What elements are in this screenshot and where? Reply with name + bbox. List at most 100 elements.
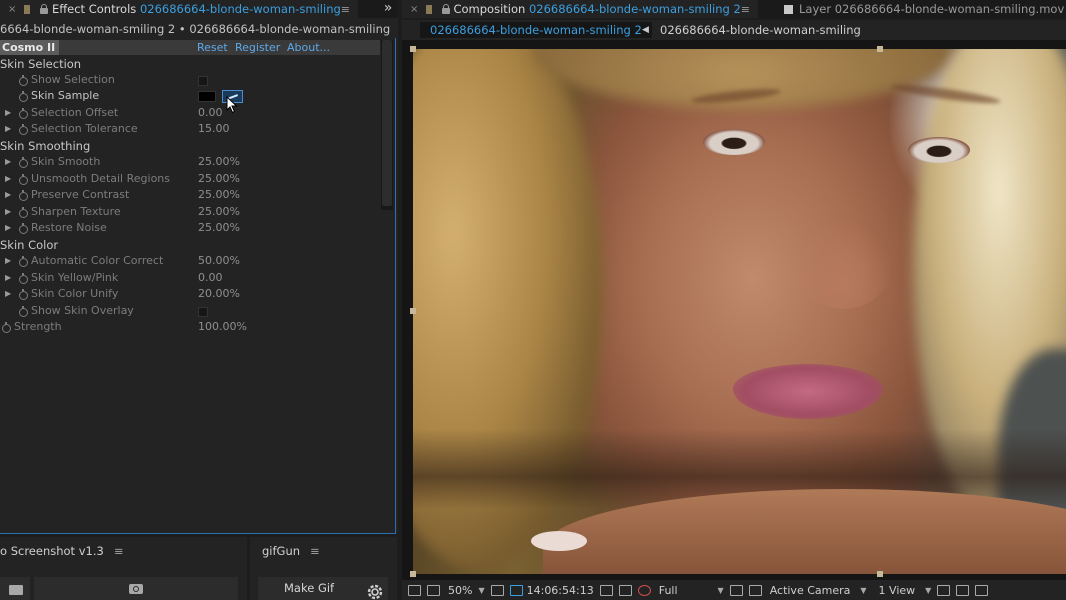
prop-label: Show Selection	[31, 73, 115, 86]
disclosure-triangle-icon[interactable]: ▶	[5, 171, 11, 187]
chevron-down-icon[interactable]: ▼	[478, 586, 484, 595]
transparency-grid-icon[interactable]	[748, 584, 762, 596]
monitor-icon[interactable]	[427, 584, 440, 596]
zoom-select[interactable]: 50%	[448, 584, 472, 597]
stopwatch-icon[interactable]	[18, 108, 28, 119]
stopwatch-icon[interactable]	[18, 289, 28, 300]
skin-sample-swatch[interactable]	[198, 91, 216, 102]
tab-gifgun[interactable]: gifGun ≡	[262, 537, 320, 565]
reset-exposure-icon[interactable]	[937, 584, 951, 596]
disclosure-triangle-icon[interactable]: ▶	[5, 121, 11, 137]
group-skin-color[interactable]: Skin Color	[0, 237, 380, 254]
chevron-down-icon[interactable]: ▼	[718, 586, 724, 595]
stopwatch-icon[interactable]	[18, 256, 28, 267]
effect-name[interactable]: Cosmo II	[0, 40, 60, 55]
prop-value[interactable]: 0.00	[198, 105, 223, 121]
prop-value[interactable]: 0.00	[198, 270, 223, 286]
stopwatch-icon[interactable]	[18, 190, 28, 201]
effect-controls-panel: × Effect Controls 026686664-blonde-woman…	[0, 0, 398, 534]
layer-handle[interactable]	[410, 571, 416, 577]
camera-icon[interactable]	[34, 577, 238, 600]
panel-menu-icon[interactable]: ≡	[310, 537, 320, 565]
stopwatch-icon[interactable]	[18, 174, 28, 185]
nose-shape	[793, 219, 893, 309]
timecode[interactable]: 14:06:54:13	[527, 584, 594, 597]
prop-value[interactable]: 100.00%	[198, 319, 247, 335]
stopwatch-icon[interactable]	[18, 207, 28, 218]
composition-viewer[interactable]	[402, 40, 1066, 580]
comp-breadcrumb-next[interactable]: 026686664-blonde-woman-smiling	[660, 22, 861, 38]
stopwatch-icon[interactable]	[18, 91, 28, 102]
prop-value[interactable]: 25.00%	[198, 154, 240, 170]
layer-handle[interactable]	[410, 308, 416, 314]
link-icon[interactable]	[618, 584, 632, 596]
prop-value[interactable]: 50.00%	[198, 253, 240, 269]
layer-handle[interactable]	[410, 46, 416, 52]
camera-icon[interactable]	[599, 584, 613, 596]
stopwatch-icon[interactable]	[18, 157, 28, 168]
about-link[interactable]: About...	[287, 40, 330, 55]
scrollbar-thumb[interactable]	[382, 40, 392, 206]
layer-handle[interactable]	[877, 46, 883, 52]
prop-value[interactable]: 20.00%	[198, 286, 240, 302]
views-select[interactable]: 1 View	[879, 584, 916, 597]
flowchart-icon[interactable]	[975, 584, 989, 596]
panel-menu-icon[interactable]: ≡	[114, 537, 124, 565]
disclosure-triangle-icon[interactable]: ▶	[5, 220, 11, 236]
composition-navigator: 026686664-blonde-woman-smiling 2 ◀ 02668…	[402, 20, 1066, 40]
disclosure-triangle-icon[interactable]: ▶	[5, 253, 11, 269]
prop-value[interactable]: 25.00%	[198, 187, 240, 203]
panel-menu-icon[interactable]: ≡	[741, 3, 750, 16]
comp-breadcrumb-active[interactable]: 026686664-blonde-woman-smiling 2	[420, 22, 652, 38]
resolution-select[interactable]: Full	[659, 584, 678, 597]
tab-layer[interactable]: Layer 026686664-blonde-woman-smiling.mov	[776, 0, 1064, 18]
panel-menu-icon[interactable]: ≡	[341, 3, 350, 16]
region-of-interest-icon[interactable]	[509, 584, 523, 596]
stopwatch-icon[interactable]	[18, 124, 28, 135]
export-icon[interactable]	[956, 584, 970, 596]
tab-overflow-icon[interactable]: »	[378, 0, 398, 18]
prop-value[interactable]: 25.00%	[198, 204, 240, 220]
chevron-down-icon[interactable]: ▼	[925, 586, 931, 595]
lock-icon[interactable]	[440, 3, 451, 15]
camera-select[interactable]: Active Camera	[770, 584, 851, 597]
tab-screenshot[interactable]: o Screenshot v1.3 ≡	[0, 537, 123, 565]
lock-icon[interactable]	[38, 3, 48, 15]
disclosure-triangle-icon[interactable]: ▶	[5, 286, 11, 302]
tab-composition[interactable]: × Composition 026686664-blonde-woman-smi…	[402, 0, 758, 18]
chevron-down-icon[interactable]: ▼	[860, 586, 866, 595]
chevron-left-icon[interactable]: ◀	[642, 22, 649, 38]
stopwatch-icon[interactable]	[18, 75, 28, 86]
always-preview-icon[interactable]	[408, 584, 421, 596]
close-icon[interactable]: ×	[8, 4, 16, 15]
group-skin-selection[interactable]: Skin Selection	[0, 56, 380, 73]
color-channels-icon[interactable]	[637, 584, 651, 596]
prop-value[interactable]: 25.00%	[198, 171, 240, 187]
close-icon[interactable]: ×	[410, 4, 418, 15]
reset-link[interactable]: Reset	[197, 40, 228, 55]
tab-effect-controls[interactable]: × Effect Controls 026686664-blonde-woman…	[0, 0, 358, 18]
disclosure-triangle-icon[interactable]: ▶	[5, 204, 11, 220]
stopwatch-icon[interactable]	[18, 306, 28, 317]
resolution-icon[interactable]	[490, 584, 504, 596]
stopwatch-icon[interactable]	[1, 322, 11, 333]
stopwatch-icon[interactable]	[18, 273, 28, 284]
prop-skin-sample: Skin Sample	[0, 88, 380, 105]
gear-icon[interactable]	[365, 582, 385, 600]
disclosure-triangle-icon[interactable]: ▶	[5, 270, 11, 286]
prop-label: Skin Color Unify	[31, 287, 119, 300]
disclosure-triangle-icon[interactable]: ▶	[5, 154, 11, 170]
fast-previews-icon[interactable]	[729, 584, 743, 596]
stopwatch-icon[interactable]	[18, 223, 28, 234]
group-skin-smoothing[interactable]: Skin Smoothing	[0, 138, 380, 155]
prop-value[interactable]: 25.00%	[198, 220, 240, 236]
layer-handle[interactable]	[877, 571, 883, 577]
disclosure-triangle-icon[interactable]: ▶	[5, 187, 11, 203]
register-link[interactable]: Register	[235, 40, 280, 55]
show-skin-overlay-checkbox[interactable]	[198, 307, 208, 317]
prop-value[interactable]: 15.00	[198, 121, 230, 137]
scrollbar[interactable]	[381, 40, 393, 210]
show-selection-checkbox[interactable]	[198, 76, 208, 86]
disclosure-triangle-icon[interactable]: ▶	[5, 105, 11, 121]
folder-icon[interactable]	[0, 577, 30, 600]
